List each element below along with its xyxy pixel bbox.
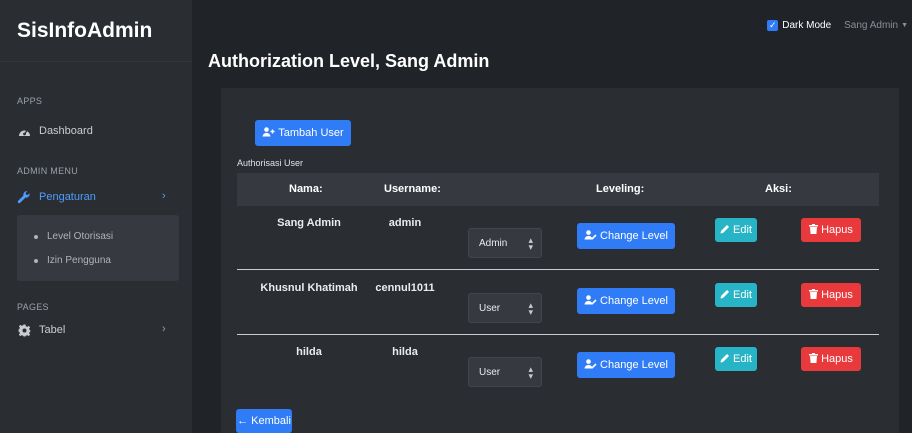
cell-nama: Sang Admin — [277, 217, 341, 229]
pencil-icon — [720, 353, 730, 366]
table-caption: Authorisasi User — [237, 158, 304, 168]
table-row: Khusnul Khatimah cennul1011 User ▴ ▾ Chan… — [237, 271, 879, 335]
add-user-button[interactable]: Tambah User — [255, 120, 351, 146]
level-select[interactable]: User ▴ ▾ — [468, 357, 542, 387]
dark-mode-label[interactable]: Dark Mode — [782, 20, 831, 31]
trash-icon — [809, 223, 819, 237]
cell-username: cennul1011 — [375, 282, 435, 294]
level-select[interactable]: Admin ▴ ▾ — [468, 228, 542, 258]
edit-label: Edit — [733, 224, 752, 236]
trash-icon — [809, 288, 819, 302]
user-menu[interactable]: Sang Admin — [844, 20, 898, 31]
bullet-icon — [34, 258, 38, 263]
change-level-button[interactable]: Change Level — [577, 352, 675, 378]
change-level-label: Change Level — [600, 295, 668, 307]
edit-label: Edit — [733, 353, 752, 365]
sidebar-item-dashboard[interactable]: Dashboard — [0, 122, 192, 140]
edit-label: Edit — [733, 289, 752, 301]
level-select-value: Admin — [479, 237, 508, 249]
change-level-label: Change Level — [600, 230, 668, 242]
pencil-icon — [720, 224, 730, 237]
user-edit-icon — [584, 229, 597, 243]
trash-icon — [809, 352, 819, 366]
cell-username: hilda — [392, 346, 418, 358]
add-user-label: Tambah User — [278, 127, 344, 139]
column-header-aksi: Aksi: — [765, 183, 792, 195]
delete-button[interactable]: Hapus — [801, 218, 861, 242]
gear-icon — [17, 323, 31, 337]
cell-nama: hilda — [296, 346, 322, 358]
sidebar-item-pengaturan[interactable]: Pengaturan › — [0, 186, 192, 208]
page-title: Authorization Level, Sang Admin — [208, 51, 490, 71]
level-select-value: User — [479, 302, 501, 314]
cell-username: admin — [388, 217, 422, 229]
submenu-item-label: Level Otorisasi — [47, 231, 114, 242]
select-arrows-icon: ▴ ▾ — [528, 300, 533, 317]
table-row: hilda hilda User ▴ ▾ Change Level Edit Ha… — [237, 335, 879, 399]
cell-nama: Khusnul Khatimah — [260, 282, 358, 294]
bullet-icon — [34, 234, 38, 239]
delete-label: Hapus — [821, 224, 853, 236]
sidebar-heading-apps: APPS — [17, 96, 43, 106]
caret-down-icon[interactable]: ▼ — [901, 22, 908, 29]
delete-button[interactable]: Hapus — [801, 283, 861, 307]
select-arrows-icon: ▴ ▾ — [528, 364, 533, 381]
pencil-icon — [720, 289, 730, 302]
sidebar-heading-admin-menu: ADMIN MENU — [17, 166, 78, 176]
chevron-right-icon: › — [162, 190, 166, 202]
change-level-label: Change Level — [600, 359, 668, 371]
submenu-item-label: Izin Pengguna — [47, 255, 111, 266]
authorization-card: Tambah User Authorisasi User Nama: Usern… — [221, 88, 899, 433]
table-row: Sang Admin admin Admin ▴ ▾ Change Level E… — [237, 206, 879, 270]
user-edit-icon — [584, 294, 597, 308]
delete-label: Hapus — [821, 289, 853, 301]
edit-button[interactable]: Edit — [715, 218, 757, 242]
edit-button[interactable]: Edit — [715, 347, 757, 371]
topbar: ✓ Dark Mode Sang Admin ▼ — [767, 20, 908, 31]
delete-button[interactable]: Hapus — [801, 347, 861, 371]
delete-label: Hapus — [821, 353, 853, 365]
submenu-pengaturan: Level Otorisasi Izin Pengguna — [17, 215, 179, 281]
user-edit-icon — [584, 358, 597, 372]
sidebar-item-label: Tabel — [39, 324, 66, 336]
select-arrows-icon: ▴ ▾ — [528, 235, 533, 252]
change-level-button[interactable]: Change Level — [577, 288, 675, 314]
sidebar-item-label: Dashboard — [39, 125, 93, 137]
tachometer-icon — [17, 124, 31, 138]
wrench-icon — [17, 190, 31, 204]
chevron-right-icon: › — [162, 323, 166, 335]
submenu-item-izin-pengguna[interactable]: Izin Pengguna — [34, 255, 111, 266]
sidebar-heading-pages: PAGES — [17, 302, 49, 312]
change-level-button[interactable]: Change Level — [577, 223, 675, 249]
column-header-nama: Nama: — [289, 183, 323, 195]
column-header-leveling: Leveling: — [596, 183, 645, 195]
column-header-username: Username: — [384, 183, 441, 195]
sidebar: SisInfoAdmin APPS Dashboard ADMIN MENU P… — [0, 0, 192, 433]
submenu-item-level-otorisasi[interactable]: Level Otorisasi — [34, 231, 113, 242]
back-button[interactable]: ← Kembali — [236, 409, 292, 433]
edit-button[interactable]: Edit — [715, 283, 757, 307]
table-header: Nama: Username: Leveling: Aksi: — [237, 173, 879, 206]
user-plus-icon — [262, 126, 275, 140]
brand-logo[interactable]: SisInfoAdmin — [0, 0, 192, 62]
sidebar-item-label: Pengaturan — [39, 191, 96, 203]
level-select-value: User — [479, 366, 501, 378]
dark-mode-checkbox[interactable]: ✓ — [767, 20, 779, 31]
sidebar-item-tabel[interactable]: Tabel › — [0, 321, 192, 339]
level-select[interactable]: User ▴ ▾ — [468, 293, 542, 323]
